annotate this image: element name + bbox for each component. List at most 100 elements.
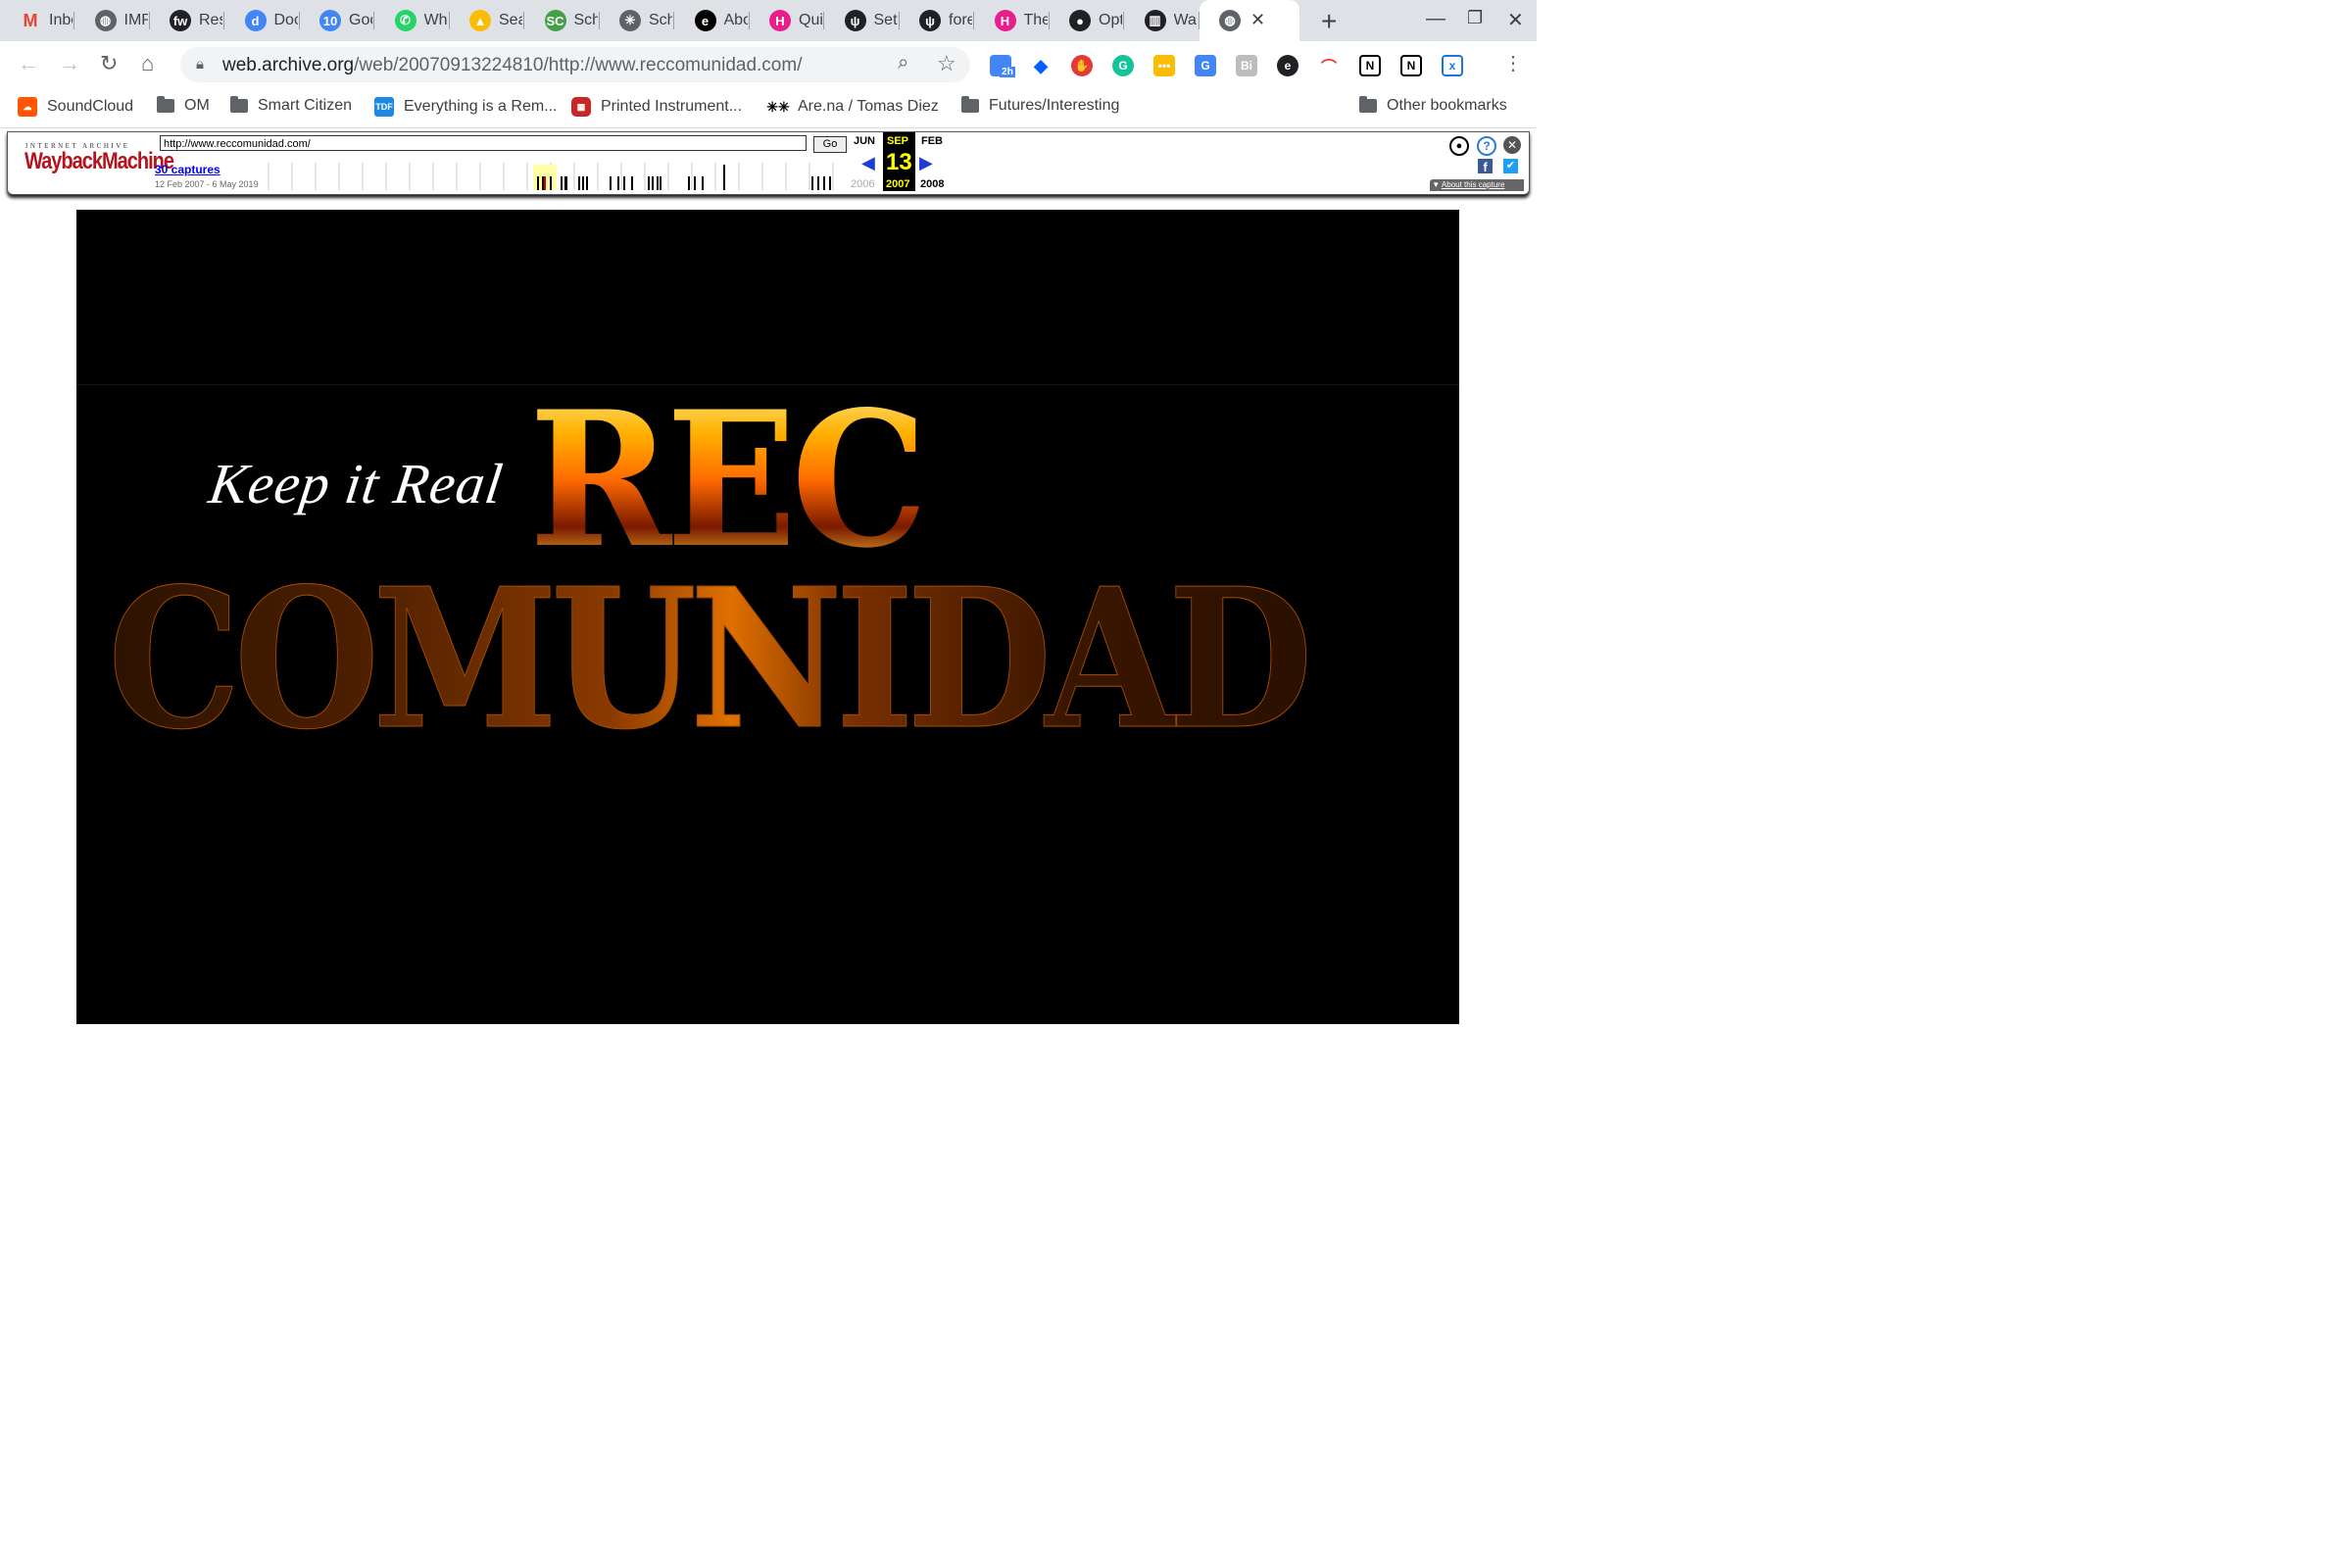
wayback-go-button[interactable]: Go bbox=[813, 136, 847, 153]
close-window-icon[interactable]: ✕ bbox=[1507, 8, 1524, 32]
bookmark-label: Futures/Interesting bbox=[989, 97, 1120, 114]
tab[interactable]: M Inbox bbox=[0, 0, 74, 41]
tab[interactable]: ▥ Wa bbox=[1125, 0, 1200, 41]
tab-title: Res bbox=[199, 12, 222, 28]
tab[interactable]: 10 Goo bbox=[300, 0, 374, 41]
capture-range: 12 Feb 2007 - 6 May 2019 bbox=[155, 179, 259, 189]
menu-icon[interactable]: ⋮ bbox=[1503, 51, 1523, 75]
captures-link[interactable]: 30 captures bbox=[155, 163, 220, 176]
gmail-icon: M bbox=[23, 10, 38, 30]
e-extension-icon[interactable]: e bbox=[1277, 55, 1298, 76]
globe-icon: ◍ bbox=[1219, 10, 1241, 31]
translate-icon[interactable]: G bbox=[1195, 55, 1216, 76]
prev-capture-arrow-icon[interactable]: ◀ bbox=[861, 153, 875, 173]
current-month: SEP bbox=[887, 135, 909, 147]
close-wayback-icon[interactable]: ✕ bbox=[1503, 136, 1521, 154]
about-capture-button[interactable]: ▼ About this capture bbox=[1430, 179, 1524, 191]
bookmark-folder-futures[interactable]: Futures/Interesting bbox=[961, 96, 1120, 115]
h-hexagon-icon: H bbox=[994, 10, 1016, 31]
screencast-extension-icon[interactable]: 2h bbox=[990, 55, 1015, 77]
tagline: Keep it Real bbox=[205, 452, 508, 515]
bookmark-everything-is-a-remix[interactable]: TDF Everything is a Rem... bbox=[374, 97, 558, 117]
bookmark-arena[interactable]: ✳✳ Are.na / Tomas Diez bbox=[766, 97, 939, 117]
tab-title: Abo bbox=[723, 12, 748, 28]
github-icon: ● bbox=[1069, 10, 1091, 31]
omnibox[interactable]: 🔒︎ web.archive.org/web/20070913224810/ht… bbox=[180, 47, 970, 82]
capture-histogram[interactable] bbox=[267, 163, 845, 190]
tab[interactable]: ◍ ✕ bbox=[1200, 0, 1299, 41]
tab[interactable]: ◍ IMP bbox=[75, 0, 150, 41]
folder-icon bbox=[961, 96, 979, 113]
next-year[interactable]: 2008 bbox=[920, 178, 944, 190]
bookmark-folder-smart-citizen[interactable]: Smart Citizen bbox=[230, 96, 353, 115]
tab[interactable]: fw Res bbox=[150, 0, 224, 41]
tab-title: fore bbox=[949, 12, 972, 28]
minimize-icon[interactable]: — bbox=[1426, 8, 1446, 30]
other-bookmarks[interactable]: Other bookmarks bbox=[1359, 96, 1507, 115]
notion-icon[interactable]: N bbox=[1359, 55, 1381, 76]
home-icon[interactable]: ⌂ bbox=[141, 51, 154, 76]
twitter-icon[interactable]: ✔ bbox=[1503, 159, 1518, 173]
new-tab-button[interactable]: + bbox=[1321, 6, 1337, 37]
notion-clipper-icon[interactable]: N bbox=[1400, 55, 1422, 76]
maximize-icon[interactable]: ❐ bbox=[1467, 8, 1483, 28]
notes-extension-icon[interactable]: ••• bbox=[1153, 55, 1175, 76]
folder-icon bbox=[1359, 96, 1377, 113]
adblock-icon[interactable]: ✋ bbox=[1071, 55, 1093, 76]
tab-title: Setu bbox=[873, 12, 898, 28]
bookmark-label: Are.na / Tomas Diez bbox=[798, 98, 939, 115]
dropbox-icon[interactable]: ◆ bbox=[1030, 55, 1052, 76]
tab[interactable]: ψ fore bbox=[900, 0, 974, 41]
bookmark-star-icon[interactable]: ☆ bbox=[937, 51, 956, 76]
zoom-icon[interactable]: ⌕ bbox=[898, 52, 908, 74]
tab-title: The bbox=[1023, 12, 1048, 28]
bookmark-label: OM bbox=[184, 97, 210, 114]
tab-title: Doc bbox=[273, 12, 298, 28]
tab-title: Inbox bbox=[49, 12, 73, 28]
arena-icon: ✳✳ bbox=[766, 98, 790, 115]
next-month-link[interactable]: FEB bbox=[921, 135, 943, 147]
logo-word-comunidad: COMUNIDAD bbox=[108, 547, 1314, 772]
prev-year[interactable]: 2006 bbox=[851, 178, 874, 190]
tab[interactable]: e Abo bbox=[675, 0, 750, 41]
help-icon[interactable]: ? bbox=[1477, 136, 1496, 156]
grammarly-icon[interactable]: G bbox=[1112, 55, 1134, 76]
bi-extension-icon[interactable]: Bi bbox=[1236, 55, 1257, 76]
arc-extension-icon[interactable]: ⌒ bbox=[1318, 55, 1340, 76]
tab-title: Sea bbox=[499, 12, 522, 28]
account-icon[interactable]: ● bbox=[1449, 136, 1469, 156]
prev-month-link[interactable]: JUN bbox=[854, 135, 875, 147]
folder-icon bbox=[230, 96, 248, 113]
sc-icon: SC bbox=[544, 10, 566, 31]
tab-title: Wha bbox=[423, 12, 448, 28]
url-text[interactable]: web.archive.org/web/20070913224810/http:… bbox=[222, 55, 802, 76]
tab[interactable]: d Doc bbox=[225, 0, 300, 41]
tab[interactable]: ▲ Sea bbox=[450, 0, 524, 41]
wayback-url-input[interactable]: http://www.reccomunidad.com/ bbox=[160, 135, 807, 151]
facebook-icon[interactable]: f bbox=[1478, 159, 1493, 174]
tab[interactable]: ✆ Wha bbox=[375, 0, 450, 41]
bookmark-label: Smart Citizen bbox=[258, 97, 353, 114]
tab[interactable]: ψ Setu bbox=[825, 0, 900, 41]
tab[interactable]: ✳ Sch bbox=[600, 0, 674, 41]
forward-icon[interactable]: → bbox=[59, 51, 80, 76]
asterisk-icon: ✳ bbox=[619, 10, 641, 31]
wayback-logo[interactable]: WaybackMachine bbox=[24, 149, 174, 176]
e-icon: e bbox=[694, 10, 716, 31]
bookmark-soundcloud[interactable]: ☁ SoundCloud bbox=[18, 97, 133, 117]
close-tab-icon[interactable]: ✕ bbox=[1250, 10, 1265, 30]
tab[interactable]: ● Opt bbox=[1050, 0, 1124, 41]
reload-icon[interactable]: ↻ bbox=[100, 51, 118, 76]
tab[interactable]: H Qui bbox=[750, 0, 824, 41]
lock-icon: 🔒︎ bbox=[196, 56, 204, 73]
back-icon[interactable]: ← bbox=[18, 51, 39, 76]
bookmark-printed-instruments[interactable]: ▦ Printed Instrument... bbox=[571, 97, 742, 117]
x-extension-icon[interactable]: x bbox=[1442, 55, 1463, 76]
antenna-icon: ψ bbox=[919, 10, 941, 31]
bookmark-folder-om[interactable]: OM bbox=[157, 96, 210, 115]
next-capture-arrow-icon[interactable]: ▶ bbox=[919, 153, 933, 173]
tab[interactable]: H The bbox=[975, 0, 1050, 41]
globe-icon: ◍ bbox=[94, 10, 117, 31]
tab-title: Goo bbox=[349, 12, 372, 28]
tab[interactable]: SC Sch bbox=[525, 0, 600, 41]
